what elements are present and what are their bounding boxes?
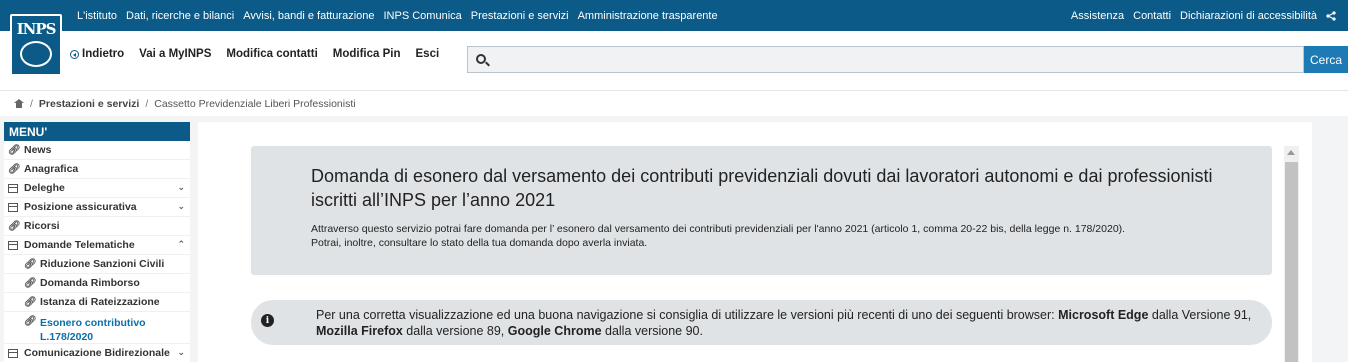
sidebar-item-news[interactable]: 🔗︎ News [4,141,190,160]
sidebar-item-label-line2: L.178/2020 [40,331,94,343]
sidebar-item-comunicazione-bidirezionale[interactable]: Comunicazione Bidirezionale ⌄ [4,344,190,362]
top-nav-trasparente[interactable]: Amministrazione trasparente [578,10,718,22]
page-title: Domanda di esonero dal versamento dei co… [311,166,1213,210]
home-icon[interactable] [14,99,24,108]
search-input[interactable] [494,47,1294,72]
sidebar-item-label: Ricorsi [24,220,60,232]
browser-firefox: Mozilla Firefox [316,324,403,338]
top-link-assistenza[interactable]: Assistenza [1071,10,1124,22]
table-icon [8,202,18,212]
edit-pin-link[interactable]: Modifica Pin [333,48,401,60]
sidebar-item-posizione-assicurativa[interactable]: Posizione assicurativa ⌄ [4,198,190,217]
sidebar-item-label: News [24,144,52,156]
table-icon [8,240,18,250]
top-nav-avvisi[interactable]: Avvisi, bandi e fatturazione [243,10,374,22]
sidebar-item-label: Posizione assicurativa [24,201,137,213]
breadcrumb-separator: / [145,97,149,110]
info-text-part: Per una corretta visualizzazione ed una … [316,308,1059,322]
scrollbar-thumb[interactable] [1285,162,1298,362]
top-nav-istituto[interactable]: L'istituto [77,10,117,22]
logo-text: INPS [16,20,57,38]
description-line-2: Potrai, inoltre, consultare lo stato del… [311,237,648,249]
browser-info-box: i Per una corretta visualizzazione ed un… [251,300,1272,345]
edit-contacts-link[interactable]: Modifica contatti [226,48,317,60]
logo-emblem-icon [20,41,52,67]
service-header-box: Domanda di esonero dal versamento dei co… [251,146,1272,275]
service-description: Attraverso questo servizio potrai fare d… [311,222,1252,250]
description-line-1: Attraverso questo servizio potrai fare d… [311,223,1126,235]
search-icon [476,54,486,64]
sidebar-item-label: Riduzione Sanzioni Civili [40,258,165,270]
breadcrumb-current: Cassetto Previdenziale Liberi Profession… [154,97,356,110]
sidebar-item-label: Esonero contributivo L.178/2020 [40,316,146,344]
chevron-up-icon[interactable]: ⌃ [177,240,185,250]
top-nav-links: L'istituto Dati, ricerche e bilanci Avvi… [77,0,718,31]
top-nav-dati[interactable]: Dati, ricerche e bilanci [126,10,234,22]
table-icon [8,348,18,358]
table-icon [8,183,18,193]
sidebar-item-domanda-rimborso[interactable]: 🔗︎ Domanda Rimborso [4,274,190,293]
info-text-part: dalla versione 89, [402,324,508,338]
link-icon: 🔗︎ [8,144,21,156]
inps-logo[interactable]: INPS [10,14,62,76]
link-icon: 🔗︎ [24,258,37,270]
chevron-down-icon[interactable]: ⌄ [177,202,185,212]
link-icon: 🔗︎ [8,163,21,175]
link-icon: 🔗︎ [24,277,37,289]
content-scrollbar[interactable] [1284,146,1299,362]
search-button[interactable]: Cerca [1304,46,1348,73]
breadcrumb: / Prestazioni e servizi / Cassetto Previ… [0,90,1348,116]
sidebar-item-domande-telematiche[interactable]: Domande Telematiche ⌃ [4,236,190,255]
chevron-down-icon[interactable]: ⌄ [177,183,185,193]
main-content: Domanda di esonero dal versamento dei co… [198,122,1312,362]
share-icon[interactable] [1326,10,1336,21]
info-icon: i [261,314,274,327]
breadcrumb-prestazioni[interactable]: Prestazioni e servizi [39,98,139,110]
logout-link[interactable]: Esci [416,48,440,60]
link-icon: 🔗︎ [24,296,37,308]
menu-title: MENU' [4,122,190,141]
back-button[interactable]: Indietro [70,48,124,60]
sidebar-item-ricorsi[interactable]: 🔗︎ Ricorsi [4,217,190,236]
sidebar-menu: MENU' 🔗︎ News 🔗︎ Anagrafica Deleghe ⌄ Po… [4,122,190,362]
sidebar-item-riduzione-sanzioni[interactable]: 🔗︎ Riduzione Sanzioni Civili [4,255,190,274]
top-right-links: Assistenza Contatti Dichiarazioni di acc… [1071,0,1336,31]
top-navigation-bar: L'istituto Dati, ricerche e bilanci Avvi… [0,0,1348,31]
sidebar-item-label: Domanda Rimborso [40,277,140,289]
sidebar-item-istanza-rateizzazione[interactable]: 🔗︎ Istanza di Rateizzazione [4,293,190,312]
myinps-link[interactable]: Vai a MyINPS [139,48,211,60]
link-icon: 🔗︎ [24,316,37,327]
browser-info-text: Per una corretta visualizzazione ed una … [316,307,1266,339]
sidebar-item-label-line1: Esonero contributivo [40,317,146,329]
search-box [467,46,1304,73]
scroll-up-arrow-icon[interactable] [1287,150,1295,155]
user-actions-nav: Indietro Vai a MyINPS Modifica contatti … [70,48,439,60]
sidebar-item-label: Istanza di Rateizzazione [40,296,160,308]
link-icon: 🔗︎ [8,220,21,232]
top-nav-prestazioni[interactable]: Prestazioni e servizi [471,10,569,22]
top-link-accessibilita[interactable]: Dichiarazioni di accessibilità [1180,10,1317,22]
breadcrumb-separator: / [30,97,33,110]
sidebar-item-label: Anagrafica [24,163,79,175]
back-label: Indietro [82,48,125,60]
info-text-part: dalla Versione 91, [1148,308,1252,322]
top-nav-comunica[interactable]: INPS Comunica [384,10,462,22]
chevron-down-icon[interactable]: ⌄ [177,348,185,358]
sidebar-item-esonero-contributivo[interactable]: 🔗︎ Esonero contributivo L.178/2020 [4,312,190,344]
browser-chrome: Google Chrome [507,324,602,338]
sidebar-item-deleghe[interactable]: Deleghe ⌄ [4,179,190,198]
browser-edge: Microsoft Edge [1058,308,1149,322]
info-text-part: dalla versione 90. [601,324,703,338]
top-link-contatti[interactable]: Contatti [1133,10,1171,22]
sidebar-item-label: Comunicazione Bidirezionale [24,347,170,359]
sidebar-item-label: Deleghe [24,182,65,194]
back-arrow-icon [70,49,79,59]
sidebar-item-anagrafica[interactable]: 🔗︎ Anagrafica [4,160,190,179]
sidebar-item-label: Domande Telematiche [24,239,135,251]
